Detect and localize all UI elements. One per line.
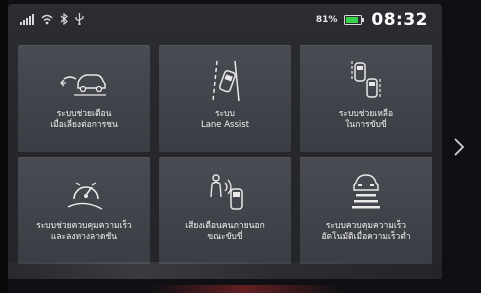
tile-lane-assist[interactable]: ระบบ Lane Assist <box>159 45 291 152</box>
tile-collision-warning[interactable]: ระบบช่วยเตือน เมื่อเลี่ยงต่อการชน <box>18 45 150 152</box>
next-page-button[interactable] <box>446 132 472 162</box>
tile-label-line1: ระบบควบคุมความเร็ว <box>325 221 407 231</box>
adaptive-cruise-icon <box>352 174 380 209</box>
chevron-right-icon <box>454 138 465 156</box>
tile-label-line2: ในการขับขี่ <box>345 120 387 130</box>
tile-speed-control[interactable]: ระบบช่วยควบคุมความเร็ว และลงทางลาดชัน <box>18 157 150 264</box>
speed-control-icon <box>67 182 103 210</box>
lane-assist-icon <box>212 60 240 102</box>
screen-reflection <box>8 262 442 279</box>
tile-label-line1: ระบบ <box>215 109 235 119</box>
infotainment-screen: 81% 08:32 ระบบช่วยเตือน เมื่อเลี่ยงต่อกา… <box>8 4 442 279</box>
tile-driving-assist[interactable]: ระบบช่วยเหลือ ในการขับขี่ <box>300 45 432 152</box>
tile-label-line2: Lane Assist <box>200 120 250 130</box>
tile-label-line1: ระบบช่วยเหลือ <box>338 109 394 119</box>
lane-departure-warning-icon <box>60 74 106 96</box>
signal-icon <box>20 13 34 25</box>
tile-external-sound[interactable]: เสียงเตือนคนภายนอก ขณะขับขี่ <box>159 157 291 264</box>
ambient-light <box>150 285 340 293</box>
wifi-icon <box>41 14 53 24</box>
tile-adaptive-cruise[interactable]: ระบบควบคุมความเร็ว อัตโนมัติเมื่อความเร็… <box>300 157 432 264</box>
usb-icon <box>75 13 84 25</box>
clock: 08:32 <box>371 10 428 30</box>
status-bar: 81% 08:32 <box>8 4 442 36</box>
tile-label-line1: ระบบช่วยควบคุมความเร็ว <box>36 221 132 231</box>
tile-label-line1: ระบบช่วยเตือน <box>56 109 112 119</box>
bluetooth-icon <box>60 13 68 25</box>
tile-label-line2: และลงทางลาดชัน <box>50 232 118 242</box>
tile-label-line1: เสียงเตือนคนภายนอก <box>185 221 265 231</box>
screen-bezel <box>0 0 8 293</box>
driving-assist-icon <box>351 61 381 99</box>
tile-label-line2: ขณะขับขี่ <box>207 232 243 242</box>
battery-percent: 81% <box>315 15 338 25</box>
tile-label-line2: อัตโนมัติเมื่อความเร็วต่ำ <box>321 232 411 242</box>
external-sound-icon <box>210 174 243 210</box>
tile-label-line2: เมื่อเลี่ยงต่อการชน <box>50 120 118 130</box>
battery-icon <box>344 15 365 25</box>
